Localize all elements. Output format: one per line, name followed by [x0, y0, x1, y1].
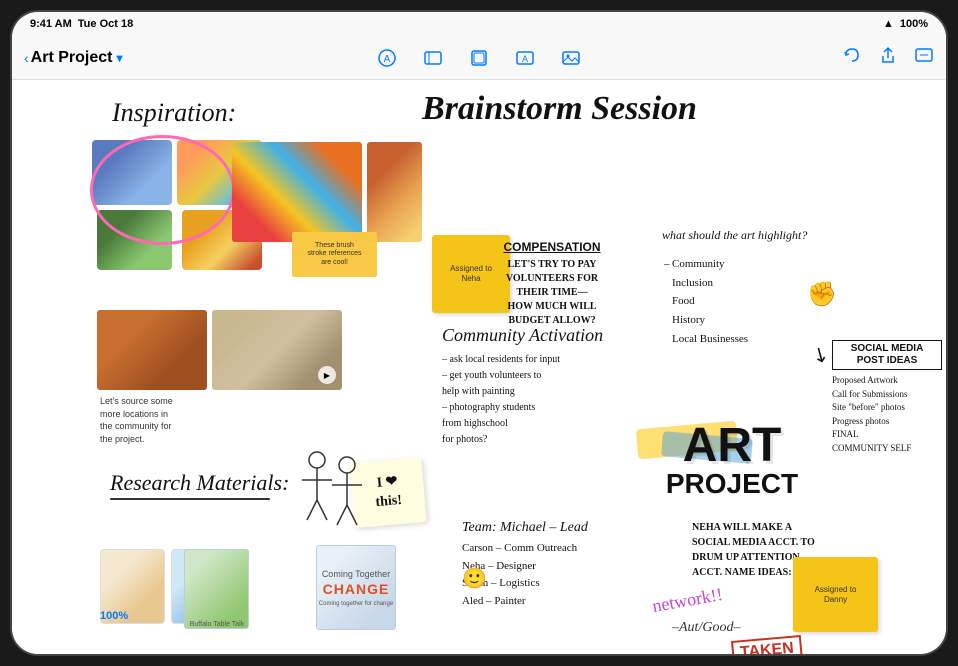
title-chevron: ▾ [116, 51, 122, 65]
toolbar-right [842, 45, 934, 70]
sticky-note-brushstrokes[interactable]: These brush stroke references are cool! [292, 232, 377, 277]
smiley-icon: 🙂 [462, 566, 487, 591]
social-media-list: Proposed Artwork Call for Submissions Si… [832, 374, 942, 455]
art-project-logo: ART PROJECT [652, 400, 812, 520]
highlight-list: Community Inclusion Food History Local B… [672, 255, 748, 348]
svg-text:A: A [522, 54, 528, 64]
research-materials-title: Research Materials: [110, 470, 289, 496]
tool-marker[interactable] [419, 44, 447, 72]
project-text: PROJECT [666, 470, 798, 498]
brainstorm-session-title: Brainstorm Session [422, 90, 697, 128]
social-media-ideas: SOCIAL MEDIA POST IDEAS Proposed Artwork… [832, 340, 942, 455]
photo-lower-group [97, 310, 207, 390]
compensation-body: LET'S TRY TO PAY VOLUNTEERS FOR THEIR TI… [472, 258, 632, 328]
back-button[interactable]: ‹ Art Project ▾ [24, 49, 123, 67]
more-button[interactable] [914, 45, 934, 70]
status-bar: 9:41 AM Tue Oct 18 ▲ 100% [12, 12, 946, 36]
research-underline [110, 498, 270, 500]
change-book[interactable]: Coming Together CHANGE Coming together f… [316, 545, 396, 630]
team-section: Team: Michael – Lead Carson – Comm Outre… [462, 520, 662, 610]
signature: –Aut/Good– [672, 620, 740, 636]
toolbar-tools: A A [373, 44, 585, 72]
canvas-area: Inspiration: These brush stroke referenc… [12, 80, 946, 654]
ipad-screen: 9:41 AM Tue Oct 18 ▲ 100% ‹ Art Project … [12, 12, 946, 654]
compensation-note: COMPENSATION LET'S TRY TO PAY VOLUNTEERS… [472, 240, 632, 328]
toolbar: ‹ Art Project ▾ A [12, 36, 946, 80]
wifi-icon: ▲ [883, 18, 894, 30]
zoom-percent: 100% [100, 610, 128, 622]
social-media-title: SOCIAL MEDIA POST IDEAS [832, 340, 942, 370]
doc-title: Art Project ▾ [31, 49, 123, 67]
tool-image[interactable] [557, 44, 585, 72]
book-figure-label: Buffalo Table Talk [187, 617, 247, 628]
undo-button[interactable] [842, 45, 862, 70]
arrow-to-social: ↘ [807, 339, 834, 369]
highlight-checkboxes: – [664, 255, 670, 274]
photo-5[interactable] [232, 142, 362, 242]
sketch-figure [292, 445, 372, 545]
change-book-cover: Coming Together CHANGE Coming together f… [316, 545, 396, 630]
team-title: Team: Michael – Lead [462, 520, 662, 536]
team-members: Carson – Comm Outreach Neha – Designer S… [462, 540, 662, 610]
community-activation-section: Community Activation – ask local residen… [442, 325, 642, 448]
status-left: 9:41 AM Tue Oct 18 [30, 18, 133, 30]
play-button-icon[interactable]: ▶ [318, 366, 336, 384]
power-button[interactable] [946, 313, 948, 353]
sticky-note-danny[interactable]: Assigned to Danny [793, 557, 878, 632]
tool-layers[interactable] [465, 44, 493, 72]
compensation-title: COMPENSATION [472, 240, 632, 254]
date-display: Tue Oct 18 [78, 18, 133, 30]
tool-text[interactable]: A [511, 44, 539, 72]
highlight-question: what should the art highlight? [662, 228, 807, 243]
battery-display: 100% [900, 18, 928, 30]
tool-pen[interactable]: A [373, 44, 401, 72]
video-thumbnail[interactable]: ▶ [212, 310, 342, 390]
back-chevron: ‹ [24, 50, 29, 66]
photo-7[interactable] [97, 310, 207, 390]
change-book-title: CHANGE [323, 581, 390, 597]
fist-emoji: ✊ [807, 280, 837, 309]
svg-text:A: A [384, 54, 391, 65]
ipad-frame: 9:41 AM Tue Oct 18 ▲ 100% ‹ Art Project … [10, 10, 948, 656]
photo-6[interactable] [367, 142, 422, 242]
toolbar-left: ‹ Art Project ▾ [24, 49, 123, 67]
change-book-subtitle: Coming together for change [319, 601, 393, 607]
time-display: 9:41 AM [30, 18, 72, 30]
community-activation-title: Community Activation [442, 325, 642, 346]
photo-caption: Let's source some more locations in the … [100, 395, 200, 445]
inspiration-title: Inspiration: [112, 98, 236, 128]
art-text: ART [683, 422, 782, 470]
photo-3[interactable] [97, 210, 172, 270]
status-right: ▲ 100% [883, 18, 928, 30]
photo-1[interactable] [92, 140, 172, 205]
taken-stamp: TAKEN [731, 635, 803, 654]
community-activation-items: – ask local residents for input – get yo… [442, 352, 642, 448]
share-button[interactable] [878, 45, 898, 70]
